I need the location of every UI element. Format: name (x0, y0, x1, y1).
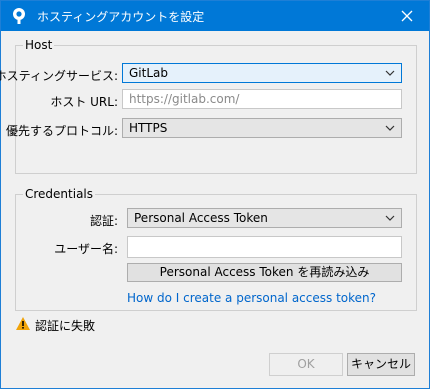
ok-button[interactable]: OK (269, 353, 343, 376)
warning-icon (16, 317, 30, 330)
auth-value: Personal Access Token (134, 211, 268, 225)
cancel-button[interactable]: キャンセル (347, 353, 415, 376)
protocol-dropdown[interactable]: HTTPS (122, 118, 402, 138)
reload-token-button[interactable]: Personal Access Token を再読み込み (127, 263, 402, 282)
window-title: ホスティングアカウントを設定 (37, 10, 205, 24)
hosting-service-dropdown[interactable]: GitLab (122, 63, 402, 83)
chevron-down-icon (385, 125, 395, 131)
auth-label: 認証: (89, 214, 118, 228)
username-label: ユーザー名: (54, 242, 118, 256)
protocol-label: 優先するプロトコル: (5, 124, 118, 138)
title-bar: ホスティングアカウントを設定 (1, 1, 429, 31)
username-input[interactable] (127, 236, 402, 258)
chevron-down-icon (385, 70, 395, 76)
host-url-placeholder: https://gitlab.com/ (129, 92, 240, 106)
chevron-down-icon (385, 215, 395, 221)
hosting-service-label: ホスティングサービス: (0, 69, 118, 83)
dialog-window: ホスティングアカウントを設定 Host ホスティングサービス: GitLab ホ… (0, 0, 430, 389)
close-button[interactable] (385, 1, 429, 31)
protocol-value: HTTPS (129, 121, 168, 135)
help-token-link[interactable]: How do I create a personal access token? (127, 291, 376, 305)
auth-dropdown[interactable]: Personal Access Token (127, 208, 402, 228)
status-message: 認証に失敗 (35, 319, 96, 333)
close-icon (401, 10, 413, 22)
credentials-legend: Credentials (25, 187, 94, 201)
host-legend: Host (25, 38, 53, 52)
sourcetree-app-icon (13, 8, 25, 24)
host-url-input[interactable]: https://gitlab.com/ (122, 89, 402, 109)
host-url-label: ホスト URL: (50, 95, 118, 109)
hosting-service-value: GitLab (129, 66, 168, 80)
